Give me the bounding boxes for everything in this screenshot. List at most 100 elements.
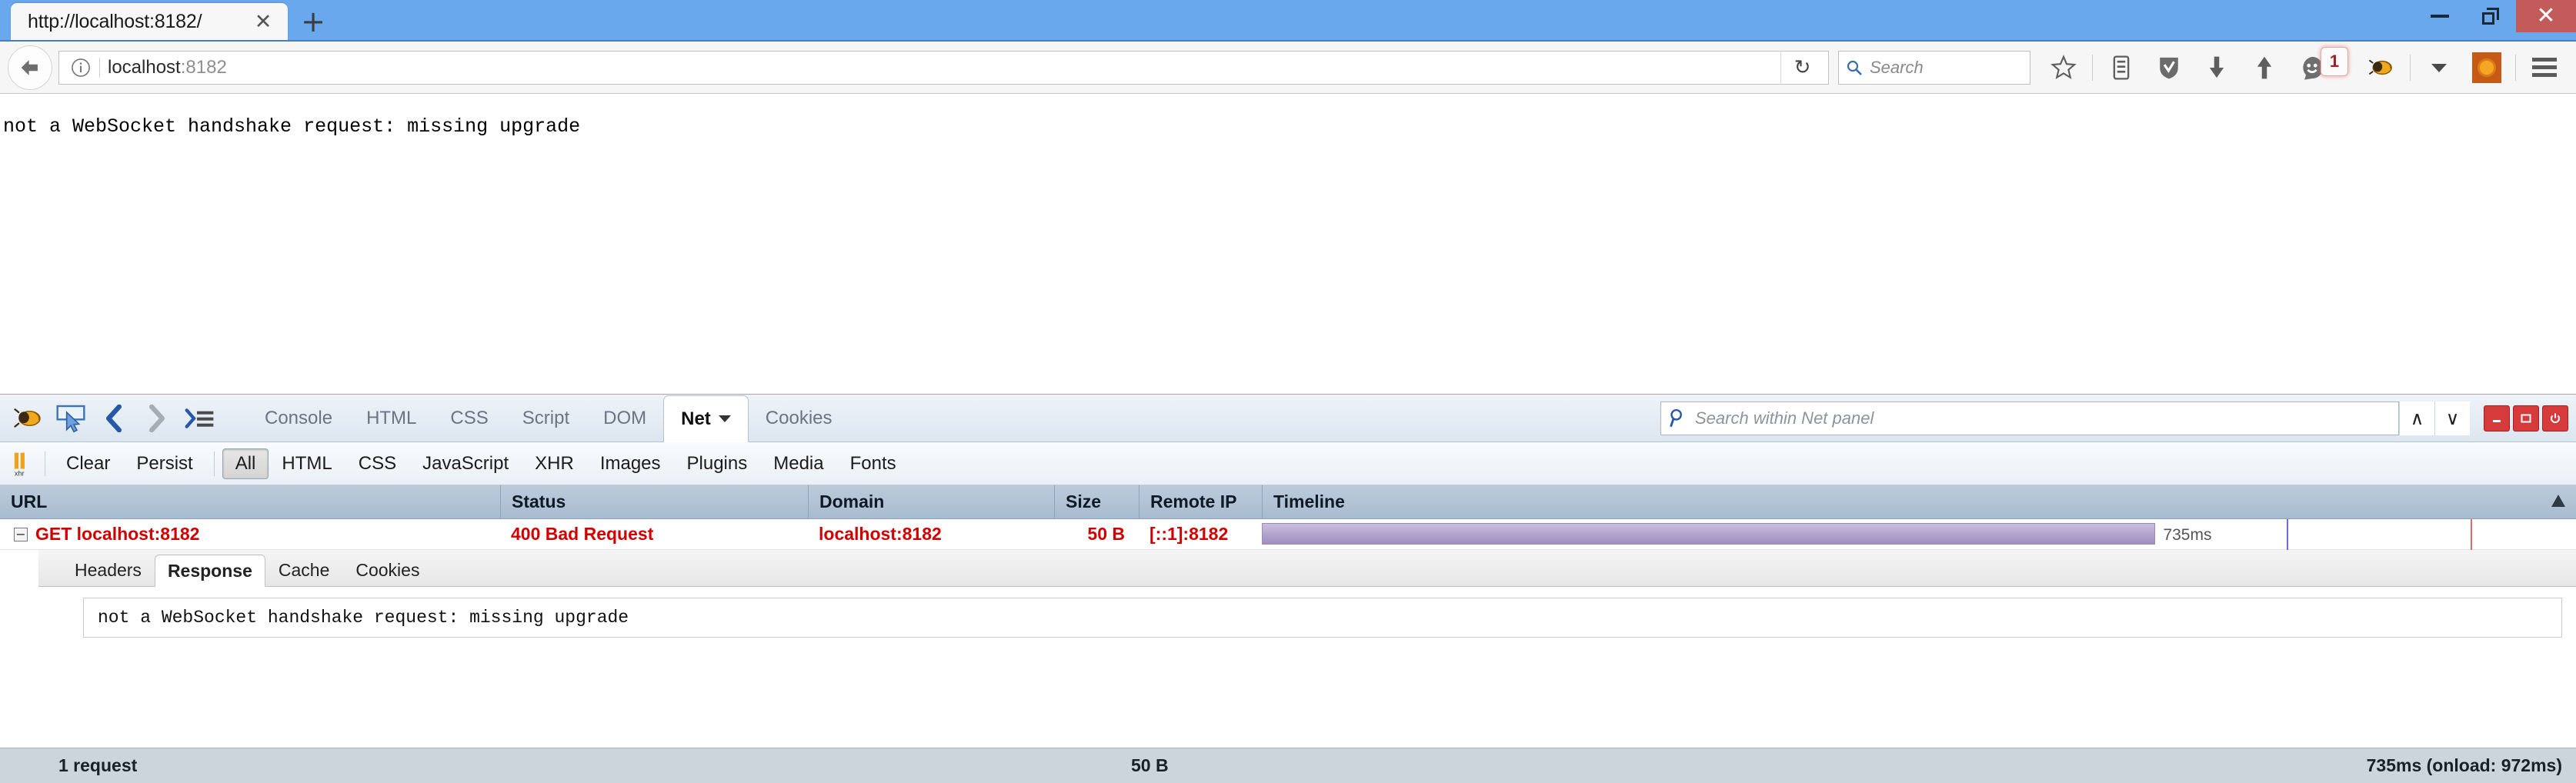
reader-list-icon[interactable] <box>2097 45 2145 90</box>
window-close-button[interactable]: ✕ <box>2516 0 2576 32</box>
filter-media[interactable]: Media <box>760 448 836 479</box>
url-port: :8182 <box>180 56 227 78</box>
tab-strip: http://localhost:8182/ ✕ + <box>0 0 339 40</box>
firebug-toolbar: Console HTML CSS Script DOM Net Cookies … <box>0 395 2576 443</box>
firebug-search-placeholder: Search within Net panel <box>1695 408 1874 428</box>
bookmark-star-icon[interactable] <box>2040 45 2087 90</box>
firebug-close-button[interactable] <box>2542 405 2568 431</box>
window-minimize-button[interactable] <box>2414 0 2465 32</box>
clear-button[interactable]: Clear <box>53 448 123 479</box>
firebug-search-input[interactable]: Search within Net panel <box>1660 401 2399 435</box>
filter-all[interactable]: All <box>222 448 269 479</box>
browser-tab-title: http://localhost:8182/ <box>28 10 202 32</box>
firebug-window-buttons <box>2484 405 2568 431</box>
chevron-down-icon[interactable] <box>2415 45 2463 90</box>
command-line-icon[interactable] <box>179 397 222 440</box>
svg-text:xhr: xhr <box>15 469 25 476</box>
firebug-toolbar-right: Search within Net panel ∧ ∨ <box>1660 401 2576 435</box>
subtab-cookies[interactable]: Cookies <box>342 554 432 586</box>
column-header-domain[interactable]: Domain <box>808 485 1054 519</box>
row-url-cell[interactable]: − GET localhost:8182 <box>0 519 500 550</box>
firebug-bug-icon[interactable] <box>6 397 49 440</box>
filter-css[interactable]: CSS <box>345 448 409 479</box>
search-input-placeholder[interactable]: Search <box>1870 58 1924 78</box>
net-filter-bar: xhr Clear Persist All HTML CSS JavaScrip… <box>0 442 2576 485</box>
firebug-panel: Console HTML CSS Script DOM Net Cookies … <box>0 394 2576 783</box>
row-domain-cell: localhost:8182 <box>819 524 942 544</box>
window-restore-button[interactable] <box>2465 0 2516 32</box>
search-icon <box>1670 408 1682 427</box>
net-table-header: URL Status Domain Size Remote IP Timelin… <box>0 485 2576 519</box>
column-header-status[interactable]: Status <box>500 485 808 519</box>
back-button[interactable] <box>8 45 52 90</box>
xhr-icon[interactable]: xhr <box>6 451 37 477</box>
timing-label: 735ms (onload: 972ms) <box>2366 755 2562 775</box>
table-row[interactable]: − GET localhost:8182 400 Bad Request loc… <box>0 518 2576 550</box>
reload-button[interactable]: ↻ <box>1780 50 1824 85</box>
subtab-headers[interactable]: Headers <box>62 554 155 586</box>
tab-css[interactable]: CSS <box>433 395 505 442</box>
net-status-bar: 1 request 50 B 735ms (onload: 972ms) <box>0 748 2576 783</box>
toolbar-divider-3 <box>2515 54 2516 81</box>
page-body-text: not a WebSocket handshake request: missi… <box>3 115 581 138</box>
site-info-icon[interactable] <box>64 51 98 85</box>
tab-console[interactable]: Console <box>248 395 349 442</box>
browser-titlebar: http://localhost:8182/ ✕ + ✕ <box>0 0 2576 42</box>
new-tab-button[interactable]: + <box>288 3 339 40</box>
shield-icon[interactable] <box>2145 45 2193 90</box>
search-icon <box>1847 60 1862 75</box>
filter-xhr[interactable]: XHR <box>522 448 587 479</box>
forward-chevron-icon[interactable] <box>135 397 179 440</box>
filter-plugins[interactable]: Plugins <box>674 448 761 479</box>
total-size-label: 50 B <box>1131 755 1169 775</box>
filter-html[interactable]: HTML <box>269 448 345 479</box>
search-next-button[interactable]: ∨ <box>2434 401 2470 435</box>
firebug-toolbar-icon[interactable] <box>2357 45 2405 90</box>
download-icon[interactable] <box>2193 45 2241 90</box>
url-bar[interactable]: localhost:8182 ↻ <box>58 50 1829 85</box>
firebug-detach-button[interactable] <box>2513 405 2539 431</box>
response-body-text: not a WebSocket handshake request: missi… <box>98 608 629 628</box>
timeline-marker-domcontentloaded <box>2287 518 2289 550</box>
filter-images[interactable]: Images <box>587 448 674 479</box>
tab-net[interactable]: Net <box>663 395 749 443</box>
tab-cookies[interactable]: Cookies <box>749 395 849 442</box>
notification-badge[interactable]: 1 <box>2321 46 2348 76</box>
smiley-feedback-icon[interactable]: 1 <box>2288 45 2348 90</box>
tab-dom[interactable]: DOM <box>586 395 663 442</box>
row-status-cell: 400 Bad Request <box>511 524 654 544</box>
column-header-url[interactable]: URL <box>0 485 500 519</box>
url-divider <box>99 57 100 78</box>
chevron-down-icon[interactable] <box>718 415 731 422</box>
expand-toggle-icon[interactable]: − <box>14 527 28 541</box>
back-arrow-icon <box>21 59 38 75</box>
column-header-size[interactable]: Size <box>1054 485 1139 519</box>
url-input[interactable]: localhost:8182 <box>108 57 227 78</box>
filter-javascript[interactable]: JavaScript <box>409 448 522 479</box>
persist-button[interactable]: Persist <box>123 448 205 479</box>
timeline-duration-label: 735ms <box>2163 525 2212 544</box>
column-header-timeline[interactable]: Timeline <box>1262 485 2576 519</box>
minimize-icon <box>2431 15 2449 18</box>
power-icon <box>2551 413 2560 423</box>
subtab-response[interactable]: Response <box>154 555 265 587</box>
addon-orange-icon[interactable] <box>2463 45 2511 90</box>
filter-fonts[interactable]: Fonts <box>837 448 909 479</box>
timeline-bar <box>1262 522 2156 545</box>
menu-hamburger-icon[interactable] <box>2521 45 2568 90</box>
search-prev-button[interactable]: ∧ <box>2399 401 2434 435</box>
home-up-icon[interactable] <box>2241 45 2288 90</box>
row-timeline-cell: 735ms <box>1262 518 2576 550</box>
column-header-remote-ip[interactable]: Remote IP <box>1139 485 1262 519</box>
firebug-minimize-button[interactable] <box>2484 405 2510 431</box>
search-bar[interactable]: Search <box>1838 50 2030 85</box>
back-chevron-icon[interactable] <box>92 397 135 440</box>
inspector-icon[interactable] <box>49 397 92 440</box>
subtab-cache[interactable]: Cache <box>265 554 342 586</box>
tab-script[interactable]: Script <box>506 395 586 442</box>
row-size-cell: 50 B <box>1087 524 1125 544</box>
close-icon[interactable]: ✕ <box>249 8 277 35</box>
minimize-icon <box>2493 419 2501 422</box>
browser-tab[interactable]: http://localhost:8182/ ✕ <box>11 3 288 40</box>
tab-html[interactable]: HTML <box>349 395 433 442</box>
